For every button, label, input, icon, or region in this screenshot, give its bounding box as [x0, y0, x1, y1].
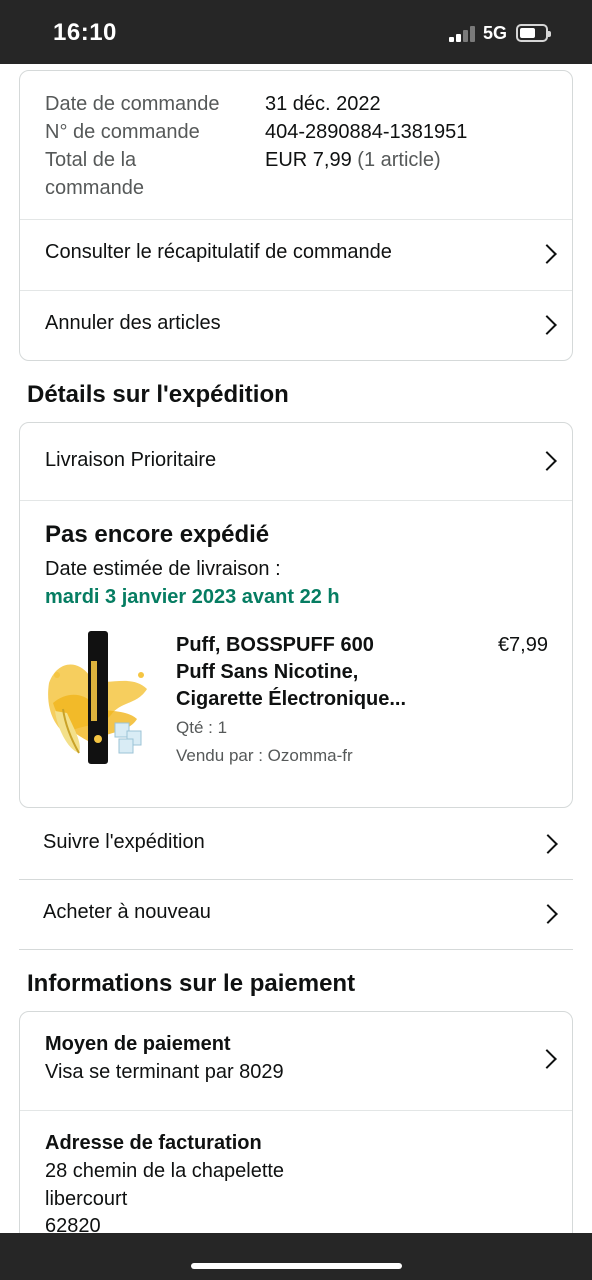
product-title[interactable]: Puff, BOSSPUFF 600 Puff Sans Nicotine, C…	[176, 632, 406, 713]
cancel-items-link[interactable]: Annuler des articles	[20, 290, 572, 361]
order-number-label: N° de commande	[45, 121, 200, 143]
billing-address-line2: libercourt	[45, 1188, 128, 1210]
product-title-line3: Cigarette Électronique...	[176, 688, 407, 710]
delivery-method-link[interactable]: Livraison Prioritaire	[20, 423, 572, 500]
product-seller: Vendu par : Ozomma-fr	[176, 746, 353, 765]
status-bar: 16:10 5G	[0, 0, 592, 64]
chevron-right-icon	[538, 904, 558, 924]
order-total-value: EUR 7,99 (1 article)	[265, 146, 441, 174]
track-shipment-label: Suivre l'expédition	[43, 831, 205, 853]
order-date-value: 31 déc. 2022	[265, 93, 381, 115]
billing-address-title: Adresse de facturation	[45, 1132, 262, 1154]
payment-method-value: Visa se terminant par 8029	[45, 1061, 284, 1083]
chevron-right-icon	[538, 834, 558, 854]
product-title-line2: Puff Sans Nicotine,	[176, 661, 359, 683]
shipment-details: Pas encore expédié Date estimée de livra…	[20, 500, 572, 808]
product-quantity: Qté : 1	[176, 718, 228, 737]
home-bar	[0, 1233, 592, 1280]
track-shipment-link[interactable]: Suivre l'expédition	[19, 810, 573, 880]
payment-section-title: Informations sur le paiement	[27, 970, 356, 997]
delivery-method-label: Livraison Prioritaire	[45, 449, 217, 471]
product-title-line1: Puff, BOSSPUFF 600	[176, 634, 374, 656]
shipment-status-title: Pas encore expédié	[45, 521, 270, 548]
home-indicator[interactable]	[191, 1263, 402, 1269]
product-image-graphic	[48, 631, 147, 764]
status-time: 16:10	[53, 19, 117, 46]
chevron-right-icon	[537, 1049, 557, 1069]
buy-again-link[interactable]: Acheter à nouveau	[19, 880, 573, 950]
network-type: 5G	[483, 23, 508, 43]
signal-icon	[449, 26, 477, 42]
order-number-value: 404-2890884-1381951	[265, 121, 468, 143]
view-order-summary-link[interactable]: Consulter le récapitulatif de commande	[20, 219, 572, 290]
order-total-label-line1: Total de la	[45, 149, 137, 171]
product-image[interactable]	[43, 631, 153, 765]
product-price: €7,99	[497, 634, 548, 656]
view-order-summary-label: Consulter le récapitulatif de commande	[45, 241, 392, 263]
delivery-estimate-value: mardi 3 janvier 2023 avant 22 h	[45, 586, 340, 608]
order-total-items: (1 article)	[357, 149, 441, 171]
chevron-right-icon	[537, 244, 557, 264]
order-total-label-line2: commande	[45, 177, 144, 199]
battery-icon	[516, 24, 551, 42]
order-total-amount: EUR 7,99	[265, 149, 352, 171]
buy-again-label: Acheter à nouveau	[43, 901, 211, 923]
delivery-estimate-label: Date estimée de livraison :	[45, 558, 281, 580]
payment-card: Moyen de paiement Visa se terminant par …	[19, 1011, 573, 1271]
chevron-right-icon	[537, 315, 557, 335]
order-summary-card: Date de commande 31 déc. 2022 N° de comm…	[19, 70, 573, 361]
chevron-right-icon	[537, 451, 557, 471]
cancel-items-label: Annuler des articles	[45, 312, 221, 334]
shipping-card: Livraison Prioritaire Pas encore expédié…	[19, 422, 573, 808]
order-date-label: Date de commande	[45, 93, 220, 115]
payment-method-link[interactable]: Moyen de paiement Visa se terminant par …	[20, 1012, 572, 1110]
shipping-section-title: Détails sur l'expédition	[27, 381, 289, 408]
billing-address-line1: 28 chemin de la chapelette	[45, 1160, 285, 1182]
payment-method-title: Moyen de paiement	[45, 1033, 231, 1055]
